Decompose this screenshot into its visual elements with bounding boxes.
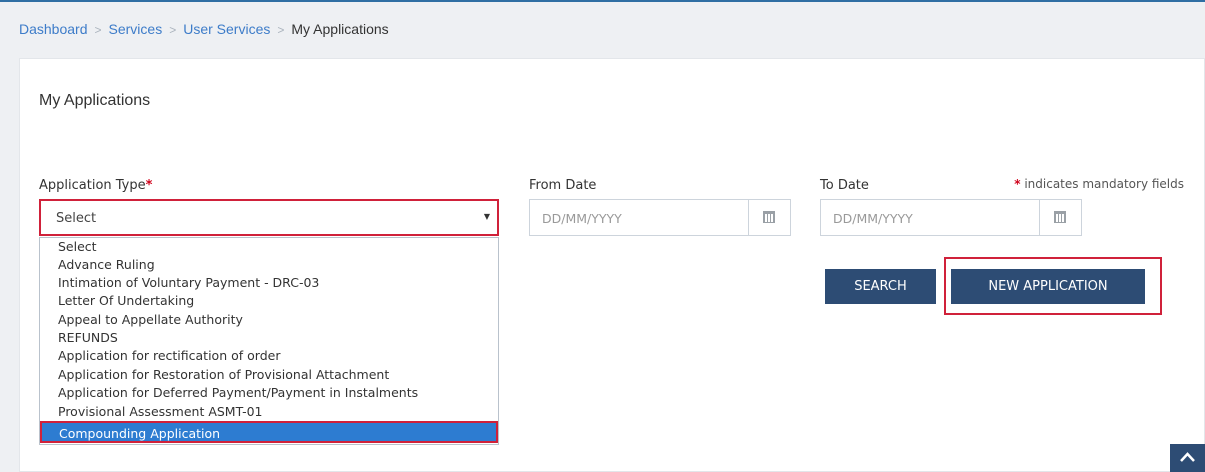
dropdown-option-highlighted[interactable]: Compounding Application bbox=[40, 421, 498, 443]
dropdown-option[interactable]: REFUNDS bbox=[58, 330, 118, 345]
dropdown-option[interactable]: Select bbox=[58, 239, 97, 254]
from-date-calendar-button[interactable] bbox=[748, 200, 790, 235]
dropdown-option[interactable]: Application for Deferred Payment/Payment… bbox=[58, 385, 418, 400]
dropdown-option[interactable]: Application for rectification of order bbox=[58, 348, 280, 363]
page-title: My Applications bbox=[39, 92, 151, 109]
caret-down-icon: ▼ bbox=[483, 212, 490, 221]
to-date-input[interactable]: DD/MM/YYYY bbox=[820, 199, 1082, 236]
breadcrumb-separator: > bbox=[169, 23, 177, 37]
application-type-selected-value: Select bbox=[56, 211, 97, 226]
new-application-button[interactable]: NEW APPLICATION bbox=[951, 269, 1145, 304]
dropdown-option[interactable]: Provisional Assessment ASMT-01 bbox=[58, 404, 263, 419]
to-date-label: To Date bbox=[820, 178, 869, 193]
breadcrumb-services[interactable]: Services bbox=[109, 21, 163, 37]
breadcrumb-dashboard[interactable]: Dashboard bbox=[19, 21, 88, 37]
breadcrumb: Dashboard > Services > User Services > My Appl… bbox=[0, 2, 1205, 58]
search-button[interactable]: SEARCH bbox=[825, 269, 936, 304]
scroll-to-top-button[interactable] bbox=[1170, 444, 1205, 472]
chevron-up-icon bbox=[1180, 452, 1195, 462]
required-marker: * bbox=[1014, 177, 1021, 191]
dropdown-option[interactable]: Advance Ruling bbox=[58, 257, 155, 272]
application-type-label-text: Application Type bbox=[39, 178, 146, 193]
dropdown-option[interactable]: Application for Restoration of Provision… bbox=[58, 367, 389, 382]
application-type-dropdown-list[interactable]: Select Advance Ruling Intimation of Volu… bbox=[39, 237, 499, 445]
to-date-placeholder: DD/MM/YYYY bbox=[833, 211, 913, 226]
calendar-icon bbox=[1054, 211, 1066, 223]
dropdown-option[interactable]: Intimation of Voluntary Payment - DRC-03 bbox=[58, 275, 319, 290]
from-date-placeholder: DD/MM/YYYY bbox=[542, 211, 622, 226]
from-date-label: From Date bbox=[529, 178, 597, 193]
mandatory-fields-note: * indicates mandatory fields bbox=[1014, 177, 1184, 191]
breadcrumb-current: My Applications bbox=[291, 21, 389, 37]
application-type-select[interactable]: Select ▼ bbox=[39, 199, 499, 236]
application-type-label: Application Type* bbox=[39, 178, 152, 193]
mandatory-note-text: indicates mandatory fields bbox=[1024, 177, 1184, 191]
my-applications-panel: My Applications * indicates mandatory fi… bbox=[19, 58, 1205, 472]
breadcrumb-user-services[interactable]: User Services bbox=[183, 21, 270, 37]
dropdown-option[interactable]: Letter Of Undertaking bbox=[58, 293, 194, 308]
from-date-input[interactable]: DD/MM/YYYY bbox=[529, 199, 791, 236]
breadcrumb-separator: > bbox=[94, 23, 102, 37]
breadcrumb-separator: > bbox=[277, 23, 285, 37]
calendar-icon bbox=[763, 211, 775, 223]
dropdown-option[interactable]: Appeal to Appellate Authority bbox=[58, 312, 243, 327]
to-date-calendar-button[interactable] bbox=[1039, 200, 1081, 235]
required-marker: * bbox=[145, 178, 153, 193]
